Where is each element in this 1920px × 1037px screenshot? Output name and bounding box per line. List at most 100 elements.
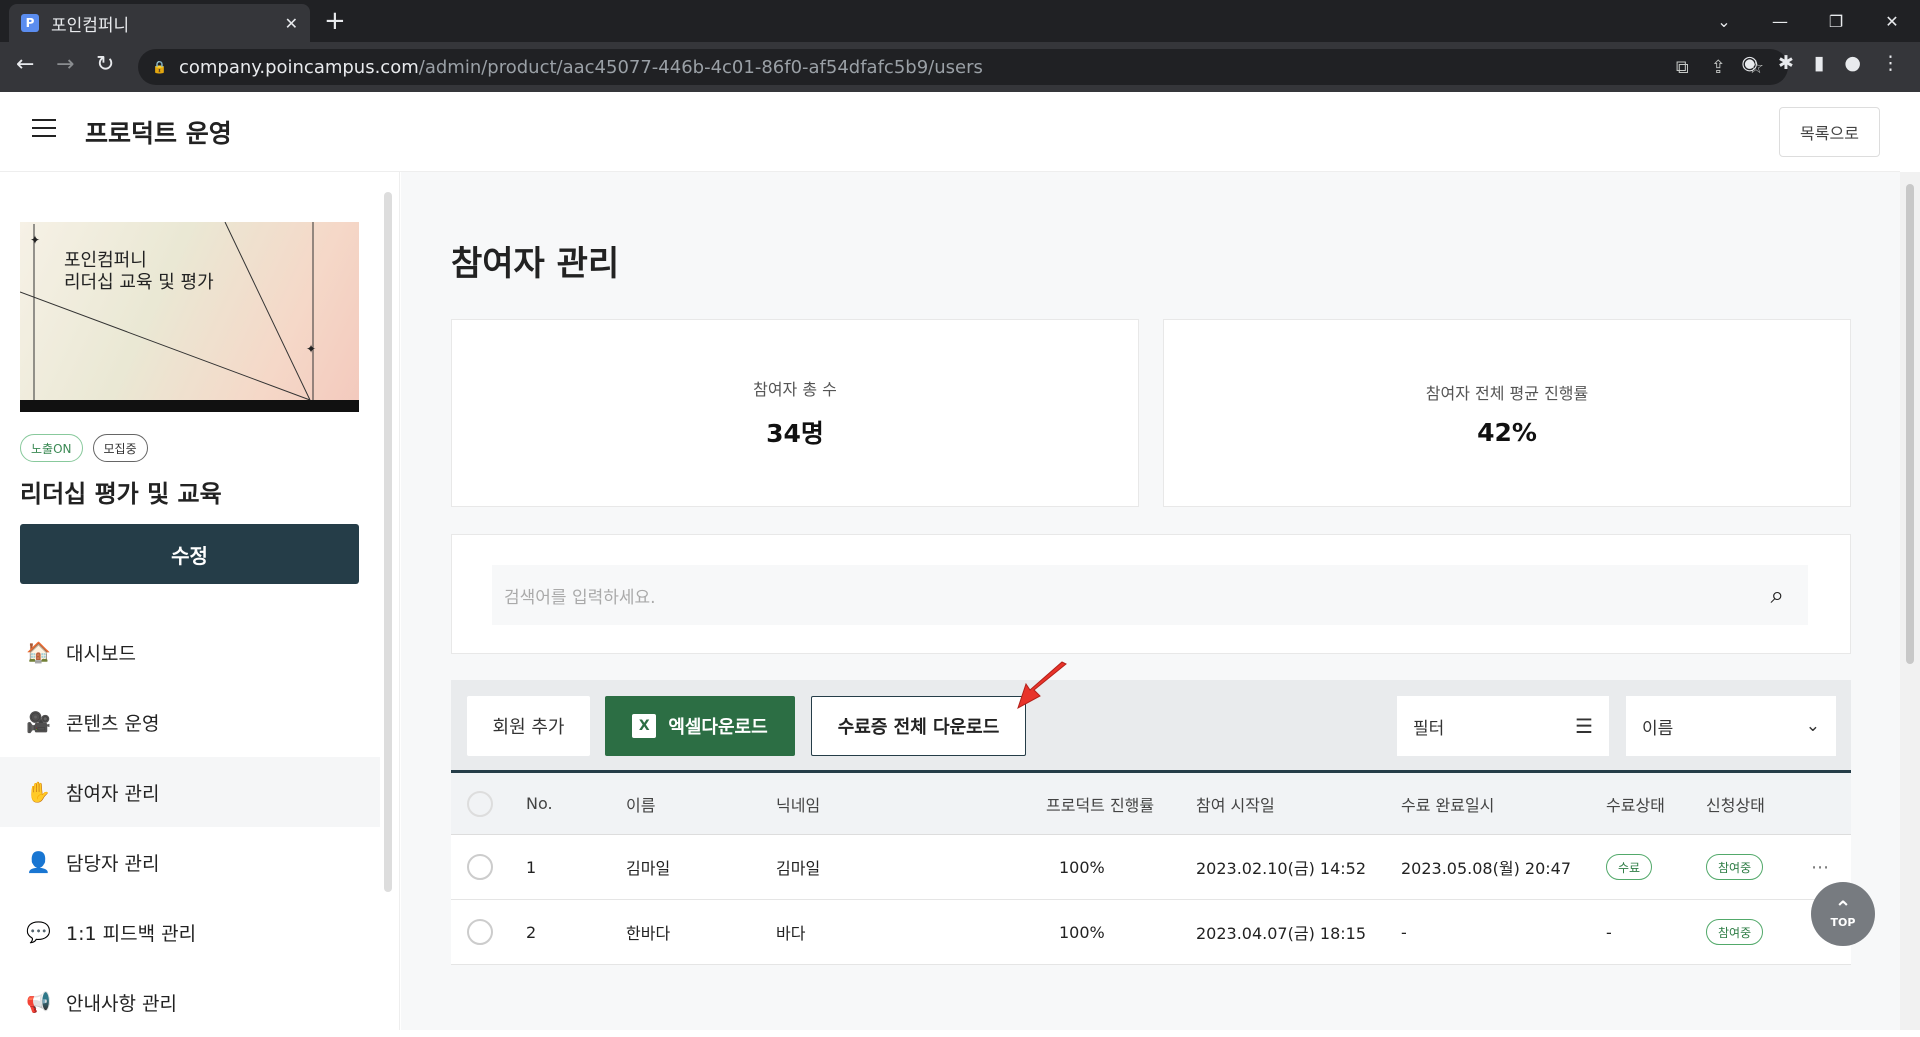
cell-no: 1 bbox=[526, 857, 537, 877]
megaphone-icon: 📢 bbox=[26, 990, 51, 1014]
back-to-list-button[interactable]: 목록으로 bbox=[1779, 107, 1880, 157]
close-icon[interactable]: ✕ bbox=[285, 14, 298, 33]
share-icon[interactable]: ⇪ bbox=[1711, 57, 1726, 78]
back-icon[interactable]: ← bbox=[16, 52, 34, 77]
video-icon: 🎥 bbox=[26, 710, 51, 734]
cell-complete: - bbox=[1401, 922, 1407, 942]
open-external-icon[interactable]: ⧉ bbox=[1676, 57, 1689, 78]
page-scrollbar[interactable] bbox=[1900, 172, 1920, 1030]
sort-select[interactable]: 이름 ⌄ bbox=[1626, 696, 1836, 756]
stat-label: 참여자 총 수 bbox=[753, 380, 837, 399]
cell-start: 2023.04.07(금) 18:15 bbox=[1196, 924, 1367, 943]
chevron-down-icon: ⌄ bbox=[1805, 716, 1820, 736]
forward-icon[interactable]: → bbox=[56, 52, 74, 77]
hamburger-menu-icon[interactable] bbox=[32, 119, 56, 137]
row-radio[interactable] bbox=[467, 854, 493, 880]
table-row[interactable]: 1 김마일 김마일 100% 2023.02.10(금) 14:52 2023.… bbox=[451, 835, 1851, 900]
col-apply-status: 신청상태 bbox=[1706, 795, 1765, 815]
side-panel-icon[interactable]: ▮ bbox=[1814, 52, 1824, 74]
sidebar-item-notices[interactable]: 📢 안내사항 관리 bbox=[0, 967, 380, 1037]
search-input[interactable]: 검색어를 입력하세요. ⌕ bbox=[492, 565, 1808, 625]
svg-text:✦: ✦ bbox=[30, 233, 40, 247]
apply-status-badge: 참여중 bbox=[1706, 919, 1764, 945]
tab-title: 포인컴퍼니 bbox=[51, 15, 130, 36]
restore-icon[interactable]: ❐ bbox=[1808, 0, 1864, 42]
sidebar-scrollbar[interactable] bbox=[384, 192, 392, 892]
annotation-arrow-icon bbox=[1017, 661, 1067, 710]
browser-tab[interactable]: P 포인컴퍼니 ✕ bbox=[9, 4, 310, 42]
excel-download-label: 엑셀다운로드 bbox=[668, 717, 768, 738]
window-close-icon[interactable]: ✕ bbox=[1864, 0, 1920, 42]
new-tab-icon[interactable]: + bbox=[324, 6, 346, 36]
filter-button[interactable]: 필터 ☰ bbox=[1397, 696, 1609, 756]
cell-nickname: 김마일 bbox=[776, 859, 821, 878]
sidebar-item-content[interactable]: 🎥 콘텐츠 운영 bbox=[0, 687, 380, 757]
table-header: No. 이름 닉네임 프로덕트 진행률 참여 시작일 수료 완료일시 수료상태 … bbox=[451, 773, 1851, 835]
search-placeholder: 검색어를 입력하세요. bbox=[504, 587, 656, 608]
scroll-top-button[interactable]: ⌃ TOP bbox=[1811, 882, 1875, 946]
sidebar: ✦ ✦ 포인컴퍼니 리더십 교육 및 평가 노출ON 모집중 리더십 평가 및 … bbox=[0, 172, 400, 1030]
sliders-icon: ☰ bbox=[1575, 714, 1593, 738]
address-bar[interactable]: 🔒 company.poincampus.com /admin/product/… bbox=[138, 49, 1788, 85]
sidebar-item-feedback[interactable]: 💬 1:1 피드백 관리 bbox=[0, 897, 380, 967]
col-no: No. bbox=[526, 794, 553, 813]
table-row[interactable]: 2 한바다 바다 100% 2023.04.07(금) 18:15 - - 참여… bbox=[451, 900, 1851, 965]
person-card-icon: 👤 bbox=[26, 850, 51, 874]
col-complete: 수료 완료일시 bbox=[1401, 795, 1495, 815]
extensions-icon[interactable]: ✱ bbox=[1778, 52, 1794, 74]
col-cert-status: 수료상태 bbox=[1606, 795, 1665, 815]
sidebar-item-label: 안내사항 관리 bbox=[66, 992, 177, 1015]
stat-card-total: 참여자 총 수 34명 bbox=[451, 319, 1139, 507]
sort-selected-value: 이름 bbox=[1642, 718, 1674, 739]
edit-button[interactable]: 수정 bbox=[20, 524, 359, 584]
section-heading: 참여자 관리 bbox=[451, 244, 620, 284]
excel-icon: X bbox=[632, 714, 657, 738]
cell-complete: 2023.05.08(월) 20:47 bbox=[1401, 859, 1572, 878]
chat-icon: 💬 bbox=[26, 920, 51, 944]
search-icon[interactable]: ⌕ bbox=[1771, 581, 1784, 609]
sidebar-item-managers[interactable]: 👤 담당자 관리 bbox=[0, 827, 380, 897]
lock-icon: 🔒 bbox=[152, 60, 167, 74]
url-host: company.poincampus.com bbox=[178, 56, 419, 78]
recruiting-badge: 모집중 bbox=[92, 434, 148, 462]
sidebar-menu: 🏠 대시보드 🎥 콘텐츠 운영 ✋ 참여자 관리 👤 담당자 관리 💬 1:1 … bbox=[0, 617, 380, 1037]
row-radio[interactable] bbox=[467, 919, 493, 945]
profile-icon[interactable]: ● bbox=[1844, 52, 1861, 74]
svg-text:✦: ✦ bbox=[306, 342, 316, 356]
menu-kebab-icon[interactable]: ⋮ bbox=[1881, 52, 1900, 74]
reload-icon[interactable]: ↻ bbox=[96, 52, 114, 77]
visibility-badge: 노출ON bbox=[20, 434, 83, 462]
more-options-icon[interactable]: ⋯ bbox=[1811, 857, 1831, 878]
sidebar-item-label: 대시보드 bbox=[66, 642, 136, 665]
col-start: 참여 시작일 bbox=[1196, 795, 1275, 815]
cert-status-text: - bbox=[1606, 922, 1612, 942]
select-all-radio[interactable] bbox=[467, 790, 493, 817]
filter-label: 필터 bbox=[1413, 718, 1445, 739]
excel-download-button[interactable]: X 엑셀다운로드 bbox=[605, 696, 795, 756]
sidebar-item-label: 1:1 피드백 관리 bbox=[66, 922, 197, 945]
minimize-icon[interactable]: — bbox=[1752, 0, 1808, 42]
main-content: 참여자 관리 참여자 총 수 34명 참여자 전체 평균 진행률 42% 검색어… bbox=[401, 172, 1900, 1030]
product-thumbnail: ✦ ✦ 포인컴퍼니 리더십 교육 및 평가 bbox=[20, 222, 359, 412]
table-toolbar: 회원 추가 X 엑셀다운로드 수료증 전체 다운로드 필터 ☰ 이름 ⌄ bbox=[451, 680, 1851, 773]
sidebar-item-dashboard[interactable]: 🏠 대시보드 bbox=[0, 617, 380, 687]
tab-search-icon[interactable]: ⌄ bbox=[1696, 0, 1752, 42]
certificate-download-button[interactable]: 수료증 전체 다운로드 bbox=[811, 696, 1026, 756]
cell-name: 김마일 bbox=[626, 859, 671, 878]
stat-card-progress: 참여자 전체 평균 진행률 42% bbox=[1163, 319, 1851, 507]
col-name: 이름 bbox=[626, 795, 656, 815]
hand-icon: ✋ bbox=[26, 780, 51, 804]
stat-value: 34명 bbox=[766, 419, 824, 448]
camera-icon[interactable]: ◉ bbox=[1741, 52, 1758, 74]
product-name: 리더십 평가 및 교육 bbox=[20, 480, 222, 508]
add-member-button[interactable]: 회원 추가 bbox=[467, 696, 590, 756]
sidebar-item-participants[interactable]: ✋ 참여자 관리 bbox=[0, 757, 380, 827]
cell-name: 한바다 bbox=[626, 924, 671, 943]
apply-status-badge: 참여중 bbox=[1706, 854, 1764, 880]
participants-table: No. 이름 닉네임 프로덕트 진행률 참여 시작일 수료 완료일시 수료상태 … bbox=[451, 773, 1851, 965]
stat-value: 42% bbox=[1477, 417, 1537, 447]
cell-nickname: 바다 bbox=[776, 924, 806, 943]
sidebar-item-label: 담당자 관리 bbox=[66, 852, 160, 875]
sidebar-item-label: 참여자 관리 bbox=[66, 782, 160, 805]
browser-toolbar: ← → ↻ 🔒 company.poincampus.com /admin/pr… bbox=[0, 42, 1920, 92]
